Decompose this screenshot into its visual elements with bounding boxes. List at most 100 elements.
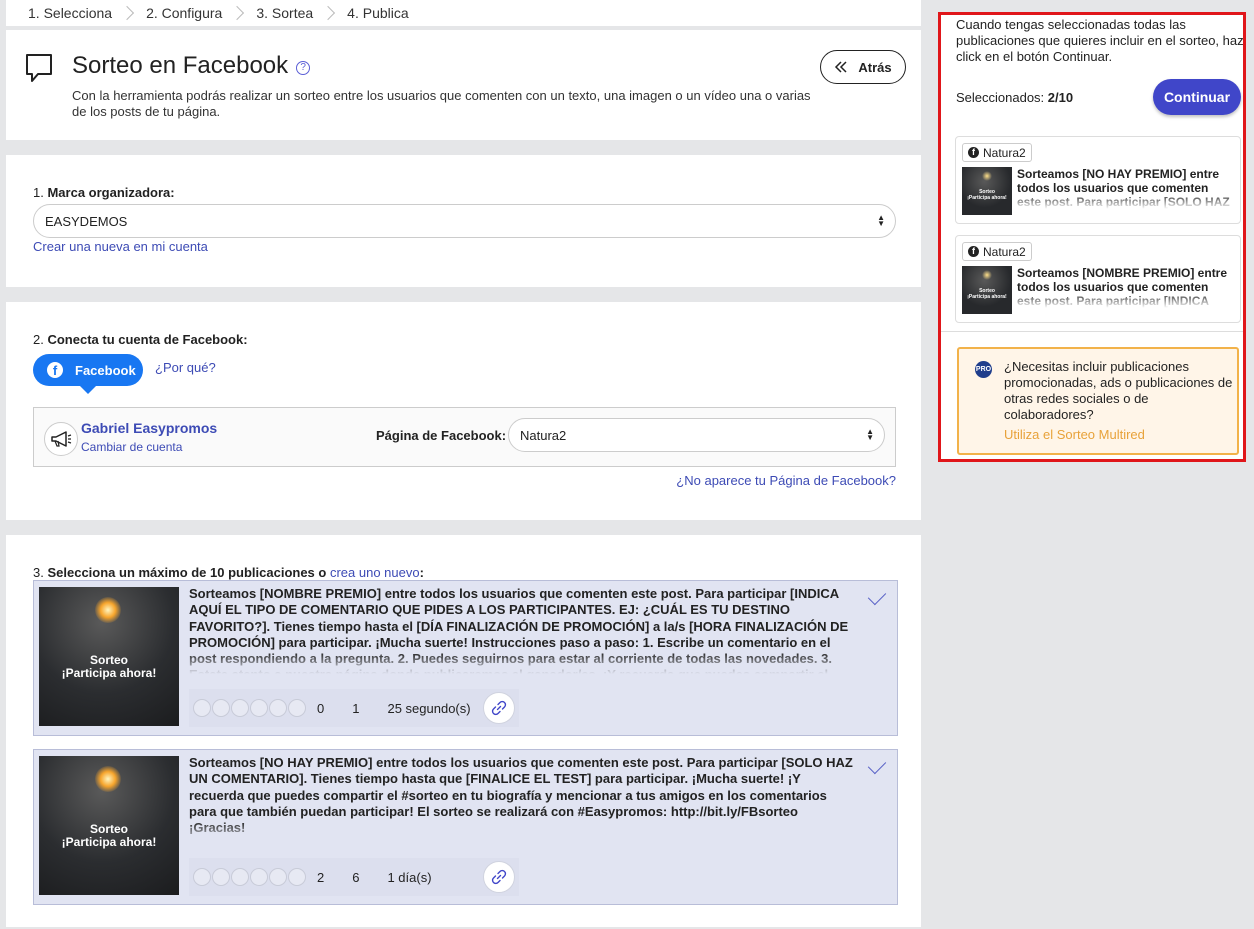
post-text: Sorteamos [NOMBRE PREMIO] entre todos lo…	[189, 586, 854, 674]
sparkler-icon	[982, 171, 992, 181]
posts-label-num: 3.	[33, 565, 44, 580]
post-time: 1 día(s)	[387, 869, 432, 885]
check-icon	[867, 755, 887, 775]
selected-label: Seleccionados:	[956, 90, 1045, 105]
step-configure[interactable]: 2. Configura	[146, 5, 222, 21]
continue-button[interactable]: Continuar	[1153, 79, 1241, 115]
page-title-text: Sorteo en Facebook	[72, 52, 289, 79]
step-select[interactable]: 1. Selecciona	[28, 5, 112, 21]
selected-post-card[interactable]: f Natura2 Sorteo ¡Participa ahora! Sortea…	[955, 136, 1241, 224]
brand-label: 1. Marca organizadora:	[33, 185, 175, 200]
create-new-link[interactable]: crea uno nuevo	[330, 565, 420, 580]
facebook-page-select[interactable]: Natura2 ▲ ▼	[508, 418, 885, 452]
divider	[941, 331, 1243, 332]
mini-thumb-text: Sorteo ¡Participa ahora!	[967, 189, 1006, 201]
post-time: 25 segundo(s)	[387, 700, 471, 716]
page-chip: f Natura2	[962, 242, 1032, 261]
change-account-link[interactable]: Cambiar de cuenta	[81, 440, 182, 454]
pro-upsell-box: PRO ¿Necesitas incluir publicaciones pro…	[957, 347, 1239, 455]
facebook-panel: 2. Conecta tu cuenta de Facebook: f Face…	[6, 302, 921, 520]
chevron-right-icon	[321, 5, 336, 21]
thumb-line-1: Sorteo	[89, 821, 128, 836]
facebook-button-label: Facebook	[75, 362, 136, 378]
posts-panel: 3. Selecciona un máximo de 10 publicacio…	[6, 535, 921, 927]
back-button-label: Atrás	[858, 59, 892, 75]
like-icon	[193, 868, 211, 886]
mini-thumb-text: Sorteo ¡Participa ahora!	[967, 288, 1006, 300]
post-stats: 2 6 1 día(s)	[189, 858, 519, 896]
love-icon	[212, 868, 230, 886]
post-stats: 0 1 25 segundo(s)	[189, 689, 519, 727]
selected-post-card[interactable]: f Natura2 Sorteo ¡Participa ahora! Sortea…	[955, 235, 1241, 323]
account-name[interactable]: Gabriel Easypromos	[81, 420, 217, 436]
page-chip-label: Natura2	[983, 145, 1026, 160]
step-draw[interactable]: 3. Sortea	[256, 5, 313, 21]
thumb-line-1: Sorteo	[89, 652, 128, 667]
post-thumbnail: Sorteo ¡Participa ahora!	[39, 587, 179, 726]
select-arrows-icon: ▲ ▼	[866, 427, 874, 442]
sidebar-info: Cuando tengas seleccionadas todas las pu…	[956, 17, 1244, 64]
post-thumbnail: Sorteo ¡Participa ahora!	[39, 756, 179, 895]
haha-icon	[250, 699, 268, 717]
facebook-connect-button[interactable]: f Facebook	[33, 354, 143, 394]
why-link[interactable]: ¿Por qué?	[155, 360, 216, 375]
wow-icon	[269, 699, 287, 717]
posts-label-text: Selecciona un máximo de 10 publicaciones…	[47, 565, 327, 580]
like-icon	[193, 699, 211, 717]
missing-page-link[interactable]: ¿No aparece tu Página de Facebook?	[676, 473, 896, 488]
avatar	[44, 422, 78, 456]
back-button[interactable]: Atrás	[820, 50, 906, 84]
pro-text: ¿Necesitas incluir publicaciones promoci…	[1004, 359, 1233, 422]
page-chip-label: Natura2	[983, 244, 1026, 259]
megaphone-icon	[51, 431, 72, 447]
care-icon	[231, 868, 249, 886]
reactions-count: 0	[317, 700, 325, 716]
comments-count: 6	[352, 869, 360, 885]
posts-label-colon: :	[419, 565, 424, 580]
header-panel: Sorteo en Facebook ? Con la herramienta …	[6, 30, 921, 140]
thumb-line-2: ¡Participa ahora!	[61, 665, 157, 680]
facebook-icon: f	[968, 246, 979, 257]
selected-post-thumbnail: Sorteo ¡Participa ahora!	[962, 167, 1012, 215]
sparkler-icon	[95, 766, 121, 792]
haha-icon	[250, 868, 268, 886]
post-card[interactable]: Sorteo ¡Participa ahora! Sorteamos [NOMB…	[33, 580, 898, 736]
link-button[interactable]	[483, 692, 515, 724]
comments-count: 1	[352, 700, 360, 716]
step-publish[interactable]: 4. Publica	[347, 5, 408, 21]
multired-link[interactable]: Utiliza el Sorteo Multired	[1004, 427, 1145, 442]
facebook-icon: f	[47, 362, 63, 378]
stepper: 1. Selecciona 2. Configura 3. Sortea 4. …	[6, 0, 921, 26]
selected-count: Seleccionados: 2/10	[956, 90, 1073, 105]
selected-value: 2/10	[1047, 90, 1074, 105]
reactions-icons	[193, 699, 307, 717]
question-circle-icon[interactable]: ?	[296, 61, 311, 75]
selection-sidebar: Cuando tengas seleccionadas todas las pu…	[938, 12, 1246, 462]
brand-label-num: 1.	[33, 185, 44, 200]
chevron-right-icon	[230, 5, 245, 21]
care-icon	[231, 699, 249, 717]
page-description: Con la herramienta podrás realizar un so…	[72, 88, 811, 119]
page-title: Sorteo en Facebook ?	[72, 52, 311, 80]
sparkler-icon	[982, 270, 992, 280]
thumb-line-2: ¡Participa ahora!	[61, 834, 157, 849]
selected-post-thumbnail: Sorteo ¡Participa ahora!	[962, 266, 1012, 314]
brand-select[interactable]: EASYDEMOS ▲ ▼	[33, 204, 896, 238]
facebook-label-num: 2.	[33, 332, 44, 347]
posts-label: 3. Selecciona un máximo de 10 publicacio…	[33, 565, 424, 580]
facebook-icon: f	[968, 147, 979, 158]
post-card[interactable]: Sorteo ¡Participa ahora! Sorteamos [NO H…	[33, 749, 898, 905]
select-arrows-icon: ▲ ▼	[877, 213, 885, 228]
link-button[interactable]	[483, 861, 515, 893]
reactions-icons	[193, 868, 307, 886]
sparkler-icon	[95, 597, 121, 623]
account-box: Gabriel Easypromos Cambiar de cuenta Pág…	[33, 407, 896, 467]
facebook-label: 2. Conecta tu cuenta de Facebook:	[33, 332, 248, 347]
chat-bubble-icon	[26, 54, 52, 82]
create-brand-link[interactable]: Crear una nueva en mi cuenta	[33, 239, 208, 254]
love-icon	[212, 699, 230, 717]
facebook-page-label: Página de Facebook:	[376, 428, 507, 443]
selected-post-text: Sorteamos [NOMBRE PREMIO] entre todos lo…	[1017, 266, 1232, 308]
facebook-page-select-value: Natura2	[520, 427, 567, 443]
check-icon	[867, 586, 887, 606]
